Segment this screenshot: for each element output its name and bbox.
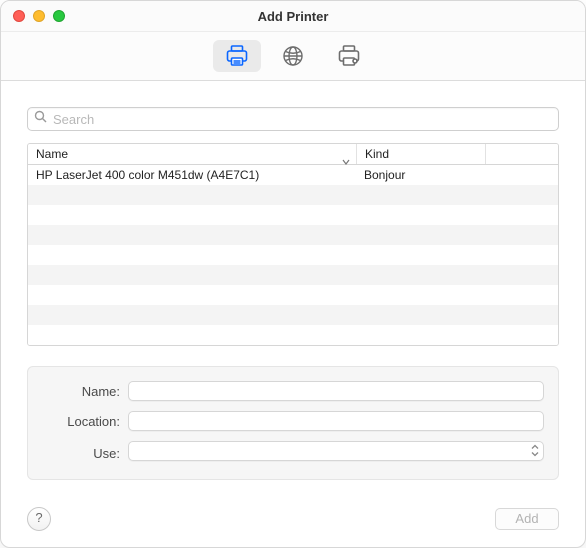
cell-kind	[356, 305, 484, 325]
cell-kind	[356, 285, 484, 305]
table-header: Name Kind	[28, 144, 558, 165]
cell-name	[28, 205, 356, 225]
search-icon	[34, 110, 47, 128]
window-title: Add Printer	[1, 9, 585, 24]
table-row	[28, 245, 558, 265]
table-row	[28, 285, 558, 305]
content-area: Name Kind HP LaserJet 400 color M451dw (…	[1, 81, 585, 498]
titlebar: Add Printer	[1, 1, 585, 32]
globe-icon	[282, 45, 304, 67]
name-field[interactable]	[128, 381, 544, 401]
column-header-kind[interactable]: Kind	[357, 144, 486, 164]
table-row[interactable]: HP LaserJet 400 color M451dw (A4E7C1)Bon…	[28, 165, 558, 185]
table-row	[28, 305, 558, 325]
cell-name	[28, 325, 356, 345]
cell-name	[28, 245, 356, 265]
source-tabs	[213, 40, 373, 72]
cell-name	[28, 285, 356, 305]
cell-name	[28, 265, 356, 285]
help-button[interactable]: ?	[27, 507, 51, 531]
cell-name: HP LaserJet 400 color M451dw (A4E7C1)	[28, 165, 356, 185]
cell-kind: Bonjour	[356, 165, 484, 185]
cell-kind	[356, 205, 484, 225]
table-row	[28, 185, 558, 205]
cell-name	[28, 225, 356, 245]
table-row	[28, 265, 558, 285]
advanced-tab[interactable]	[325, 40, 373, 72]
footer: ? Add	[1, 493, 585, 547]
use-select[interactable]	[128, 441, 544, 461]
name-label: Name:	[42, 384, 128, 399]
add-printer-window: Add Printer	[0, 0, 586, 548]
ip-tab[interactable]	[269, 40, 317, 72]
search-input[interactable]	[53, 112, 552, 127]
table-row	[28, 205, 558, 225]
printers-table: Name Kind HP LaserJet 400 color M451dw (…	[27, 143, 559, 346]
column-header-name[interactable]: Name	[28, 144, 357, 164]
location-label: Location:	[42, 414, 128, 429]
table-row	[28, 325, 558, 345]
add-button[interactable]: Add	[495, 508, 559, 530]
printer-advanced-icon	[337, 45, 361, 67]
use-label: Use:	[42, 446, 128, 461]
printer-details-panel: Name: Location: Use:	[27, 366, 559, 480]
location-field[interactable]	[128, 411, 544, 431]
cell-kind	[356, 245, 484, 265]
cell-name	[28, 305, 356, 325]
sort-caret-icon	[342, 151, 350, 171]
table-row	[28, 225, 558, 245]
cell-name	[28, 185, 356, 205]
printer-icon	[225, 45, 249, 67]
toolbar	[1, 32, 585, 81]
cell-kind	[356, 325, 484, 345]
column-header-blank	[486, 144, 558, 164]
cell-kind	[356, 225, 484, 245]
search-field-wrapper[interactable]	[27, 107, 559, 131]
cell-kind	[356, 265, 484, 285]
cell-kind	[356, 185, 484, 205]
default-tab[interactable]	[213, 40, 261, 72]
table-body: HP LaserJet 400 color M451dw (A4E7C1)Bon…	[28, 165, 558, 345]
